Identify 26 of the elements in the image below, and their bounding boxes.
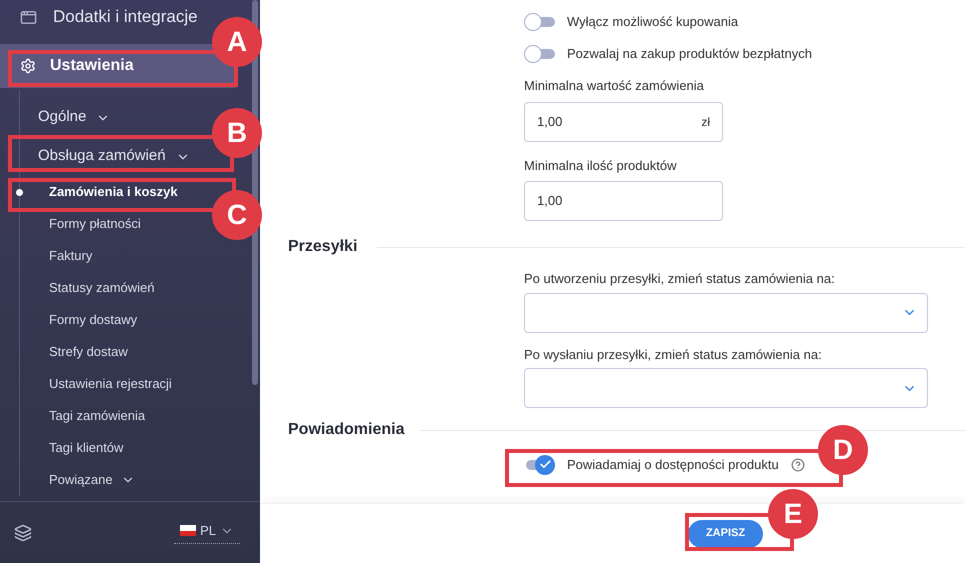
section-heading: Przesyłki bbox=[288, 237, 358, 257]
submenu-item[interactable]: Formy płatności bbox=[20, 208, 141, 240]
submenu-item[interactable]: Statusy zamówień bbox=[20, 272, 154, 304]
input-field[interactable]: 1,00 zł bbox=[524, 102, 723, 142]
submenu-group[interactable]: Obsługa zamówień bbox=[20, 137, 190, 176]
submenu-item[interactable]: Faktury bbox=[20, 240, 92, 272]
submenu-item[interactable]: Strefy dostaw bbox=[20, 336, 128, 368]
field-label: Minimalna ilość produktów bbox=[524, 156, 678, 175]
field-label: Po utworzeniu przesyłki, zmień status zamówienia na: bbox=[524, 270, 836, 288]
submenu-item[interactable]: Formy dostawy bbox=[20, 304, 138, 336]
submenu-item[interactable]: Zamówienia i koszyk bbox=[20, 176, 178, 208]
toggle-label: Pozwalaj na zakup produktów bezpłatnych bbox=[567, 45, 812, 64]
field-label: Po wysłaniu przesyłki, zmień status zamówienia na: bbox=[524, 346, 823, 364]
toggle-label: Powiadamiaj o dostępności produktu bbox=[567, 456, 779, 474]
submenu-group[interactable]: Ogólne bbox=[20, 98, 110, 137]
submenu-item[interactable]: Powiązane bbox=[20, 464, 135, 496]
submenu-item[interactable]: Ustawienia rejestracji bbox=[20, 368, 172, 400]
section-heading: Powiadomienia bbox=[288, 420, 404, 440]
language-selector[interactable]: PL bbox=[174, 520, 240, 544]
input-field[interactable]: 1,00 bbox=[524, 181, 723, 221]
submenu-item[interactable]: Tagi zamówienia bbox=[20, 400, 146, 432]
field-label: Minimalna wartość zamówienia bbox=[524, 77, 705, 95]
toggle-label: Wyłącz możliwość kupowania bbox=[567, 13, 738, 32]
menu-item[interactable]: Dodatki i integracje bbox=[0, 0, 198, 34]
submenu-item[interactable]: Tagi klientów bbox=[20, 432, 124, 464]
save-button[interactable]: ZAPISZ bbox=[688, 520, 763, 548]
